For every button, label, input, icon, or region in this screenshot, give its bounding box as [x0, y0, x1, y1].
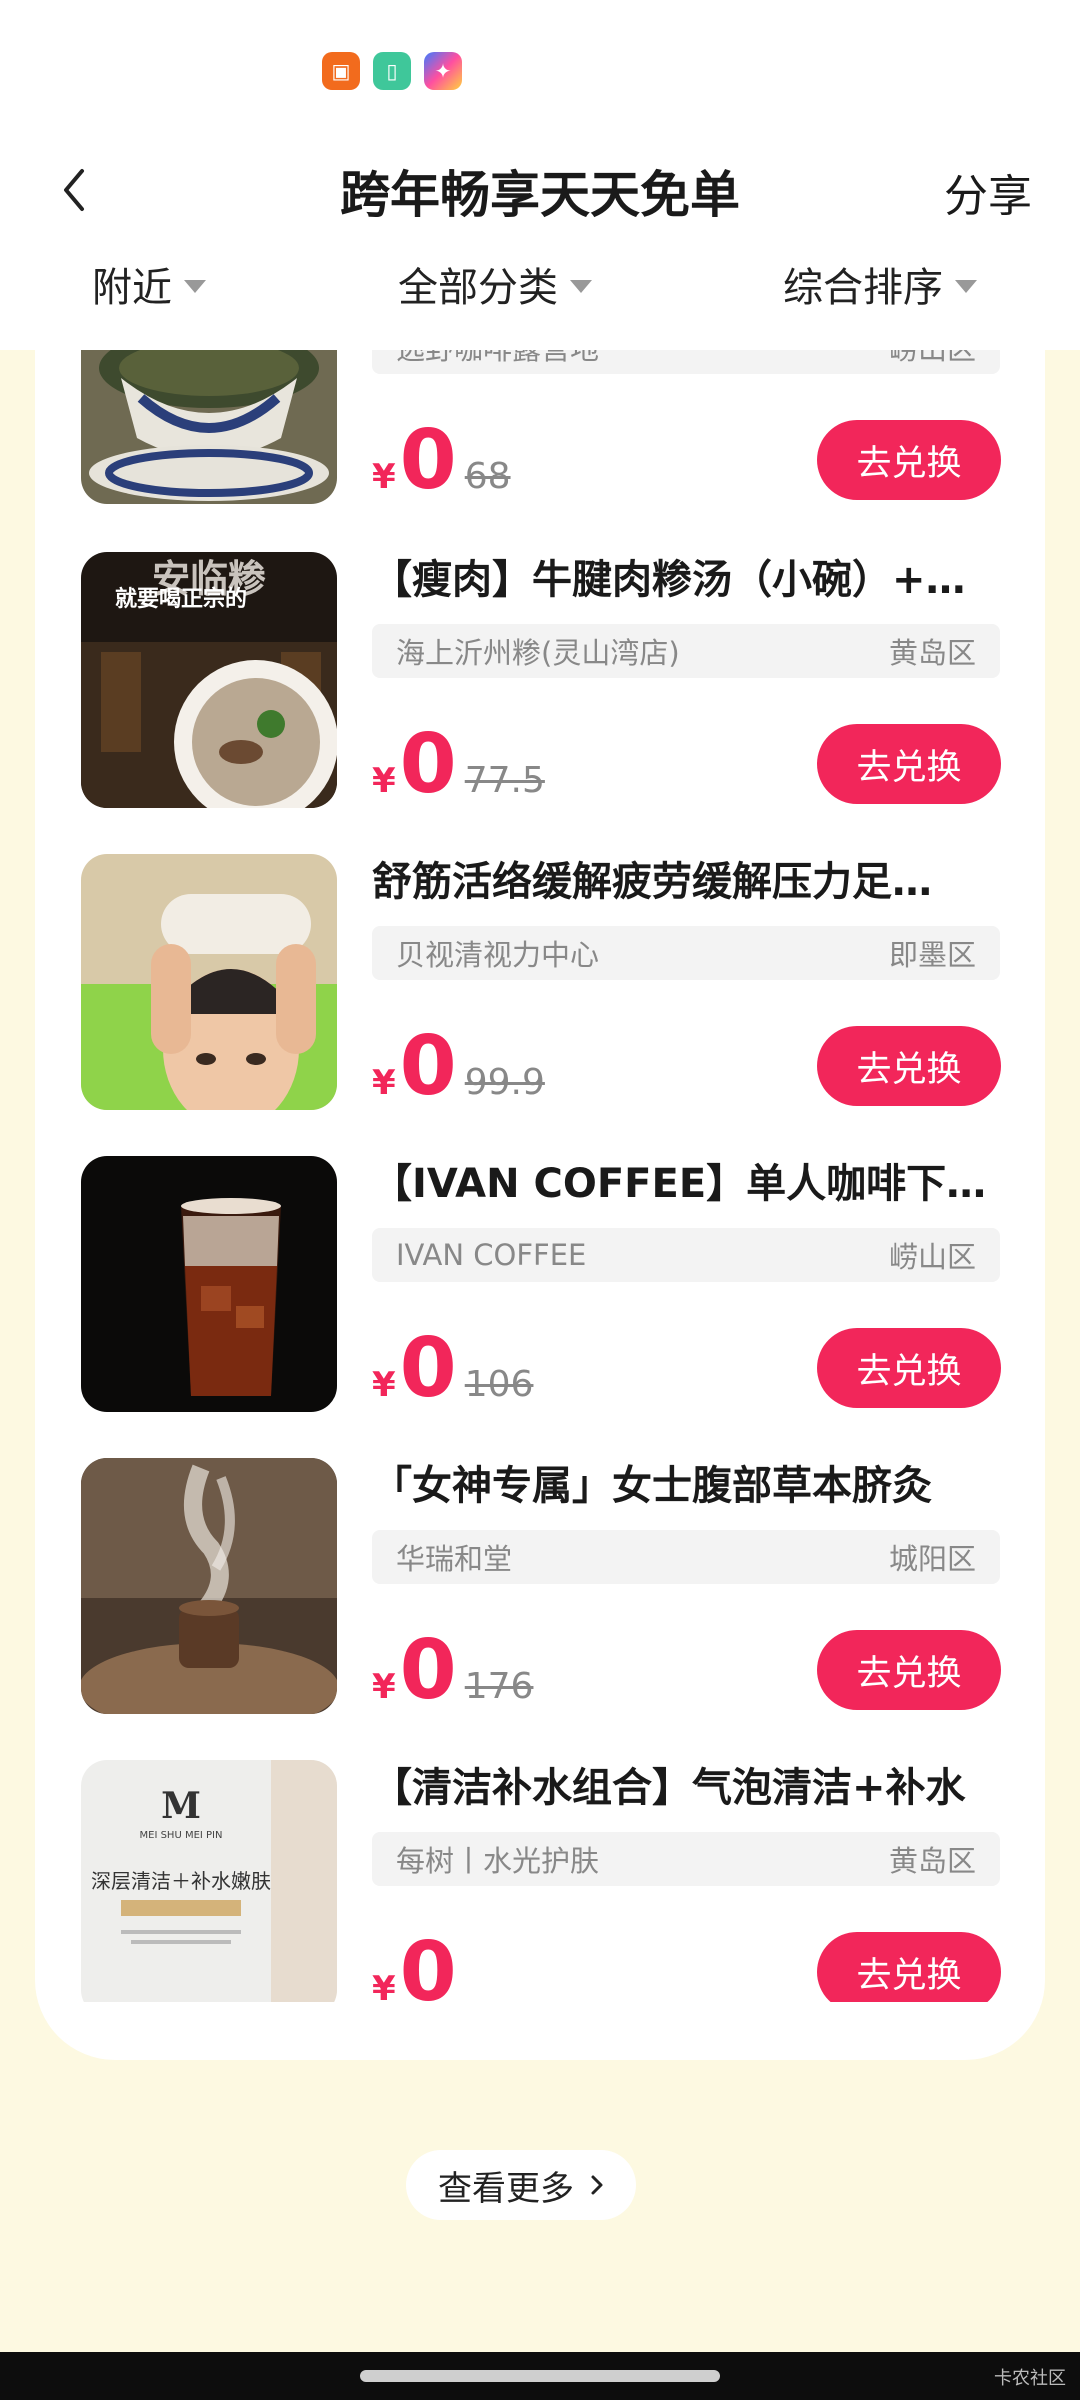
page-title: 跨年畅享天天免单	[340, 166, 740, 224]
image-caption: 就要喝正宗的	[115, 586, 247, 612]
image-caption: 深层清洁＋补水嫩肤	[91, 1869, 271, 1893]
item-meta: 海上沂州糁(灵山湾店) 黄岛区	[372, 624, 1000, 678]
redeem-button[interactable]: 去兑换	[817, 1328, 1001, 1408]
item-image-skincare: M MEI SHU MEI PIN 深层清洁＋补水嫩肤	[81, 1760, 337, 2002]
caret-down-icon	[955, 279, 977, 293]
view-more-label: 查看更多	[438, 2168, 574, 2209]
item-title: 【清洁补水组合】气泡清洁+补水	[372, 1765, 966, 1811]
list-item[interactable]: 【IVAN COFFEE】单人咖啡下… IVAN COFFEE 崂山区 ¥ 0 …	[35, 1156, 1045, 1456]
redeem-button[interactable]: 去兑换	[817, 1026, 1001, 1106]
redeem-button[interactable]: 去兑换	[817, 1630, 1001, 1710]
filter-nearby[interactable]: 附近	[92, 255, 206, 313]
item-meta: 华瑞和堂 城阳区	[372, 1530, 1000, 1584]
filter-category-label: 全部分类	[398, 265, 558, 311]
item-price: ¥ 0 99.9	[372, 1022, 545, 1112]
list-item[interactable]: 逃野咖啡露营地 崂山区 ¥ 0 68 去兑换	[35, 350, 1045, 548]
item-image-tea-cup	[81, 350, 337, 504]
app-icon-green: ▯	[373, 52, 411, 90]
item-store: 每树丨水光护肤	[396, 1844, 600, 1878]
home-indicator[interactable]	[360, 2370, 720, 2382]
item-title: 舒筋活络缓解疲劳缓解压力足…	[372, 859, 932, 905]
filter-sort[interactable]: 综合排序	[783, 255, 977, 313]
sale-price: 0	[399, 1925, 457, 2003]
system-navigation-bar: 卡农社区	[0, 2352, 1080, 2400]
item-district: 城阳区	[888, 1542, 976, 1576]
item-store: 贝视清视力中心	[396, 938, 600, 972]
item-title: 【瘦肉】牛腱肉糁汤（小碗）+…	[372, 557, 966, 603]
caret-down-icon	[570, 279, 592, 293]
original-price: 77.5	[464, 760, 545, 801]
deal-list-card: 逃野咖啡露营地 崂山区 ¥ 0 68 去兑换	[35, 350, 1045, 2060]
item-store: 华瑞和堂	[396, 1542, 513, 1576]
deal-list: 逃野咖啡露营地 崂山区 ¥ 0 68 去兑换	[35, 350, 1045, 2002]
filter-category[interactable]: 全部分类	[398, 255, 592, 313]
list-item[interactable]: M MEI SHU MEI PIN 深层清洁＋补水嫩肤 【清洁补水组合】气泡清洁…	[35, 1760, 1045, 2002]
item-image-soup: 安临糁 就要喝正宗的	[81, 552, 337, 808]
item-price: ¥ 0 176	[372, 1626, 533, 1716]
sale-price: 0	[399, 717, 457, 812]
item-district: 崂山区	[888, 1240, 976, 1274]
item-price: ¥ 0 68	[372, 416, 511, 506]
item-image-iced-coffee	[81, 1156, 337, 1412]
item-image-moxibustion	[81, 1458, 337, 1714]
item-store: IVAN COFFEE	[396, 1238, 587, 1272]
currency-symbol: ¥	[372, 1667, 396, 1707]
list-item[interactable]: 安临糁 就要喝正宗的 【瘦肉】牛腱肉糁汤（小碗）+… 海上沂州糁(灵山湾店) 黄…	[35, 552, 1045, 852]
app-icon-orange: ▣	[322, 52, 360, 90]
item-meta: 每树丨水光护肤 黄岛区	[372, 1832, 1000, 1886]
original-price: 176	[464, 1666, 534, 1707]
sale-price: 0	[399, 413, 457, 508]
item-price: ¥ 0 77.5	[372, 720, 545, 810]
sale-price: 0	[399, 1623, 457, 1718]
item-store: 逃野咖啡露营地	[396, 350, 599, 368]
item-district: 黄岛区	[888, 1844, 976, 1878]
item-district: 黄岛区	[888, 636, 976, 670]
list-item[interactable]: 「女神专属」女士腹部草本脐灸 华瑞和堂 城阳区 ¥ 0 176 去兑换	[35, 1458, 1045, 1758]
share-button[interactable]: 分享	[944, 160, 1032, 224]
filter-sort-label: 综合排序	[783, 265, 943, 311]
currency-symbol: ¥	[372, 457, 396, 497]
item-price: ¥ 0 106	[372, 1324, 533, 1414]
image-caption: MEI SHU MEI PIN	[140, 1830, 223, 1841]
item-title: 「女神专属」女士腹部草本脐灸	[372, 1463, 932, 1509]
redeem-button[interactable]: 去兑换	[817, 724, 1001, 804]
filter-nearby-label: 附近	[92, 265, 172, 311]
list-item[interactable]: 舒筋活络缓解疲劳缓解压力足… 贝视清视力中心 即墨区 ¥ 0 99.9 去兑换	[35, 854, 1045, 1154]
sale-price: 0	[399, 1321, 457, 1416]
original-price: 68	[464, 456, 511, 497]
original-price: 106	[464, 1364, 534, 1405]
item-store: 海上沂州糁(灵山湾店)	[396, 636, 680, 670]
currency-symbol: ¥	[372, 1063, 396, 1103]
filter-bar: 附近 全部分类 综合排序	[0, 255, 1080, 325]
item-price: ¥ 0	[372, 1925, 465, 2003]
item-meta: 逃野咖啡露营地 崂山区	[372, 350, 1000, 374]
item-title: 【IVAN COFFEE】单人咖啡下…	[372, 1161, 987, 1207]
notification-app-icons: ▣ ▯ ✦	[322, 52, 462, 90]
currency-symbol: ¥	[372, 761, 396, 801]
watermark: 卡农社区	[994, 2368, 1066, 2389]
app-icon-colorful: ✦	[424, 52, 462, 90]
item-image-massage	[81, 854, 337, 1110]
logo-letter: M	[161, 1785, 201, 1827]
redeem-button[interactable]: 去兑换	[817, 420, 1001, 500]
currency-symbol: ¥	[372, 1365, 396, 1405]
caret-down-icon	[184, 279, 206, 293]
currency-symbol: ¥	[372, 1969, 396, 2002]
redeem-button[interactable]: 去兑换	[817, 1932, 1001, 2002]
item-district: 崂山区	[889, 350, 976, 368]
item-meta: IVAN COFFEE 崂山区	[372, 1228, 1000, 1282]
sale-price: 0	[399, 1019, 457, 1114]
item-district: 即墨区	[888, 938, 976, 972]
view-more-button[interactable]: 查看更多	[406, 2150, 636, 2220]
chevron-right-icon	[591, 2175, 603, 2195]
item-meta: 贝视清视力中心 即墨区	[372, 926, 1000, 980]
original-price: 99.9	[464, 1062, 545, 1103]
top-header: ▣ ▯ ✦ 跨年畅享天天免单 分享 附近 全部分类 综合排序	[0, 0, 1080, 350]
